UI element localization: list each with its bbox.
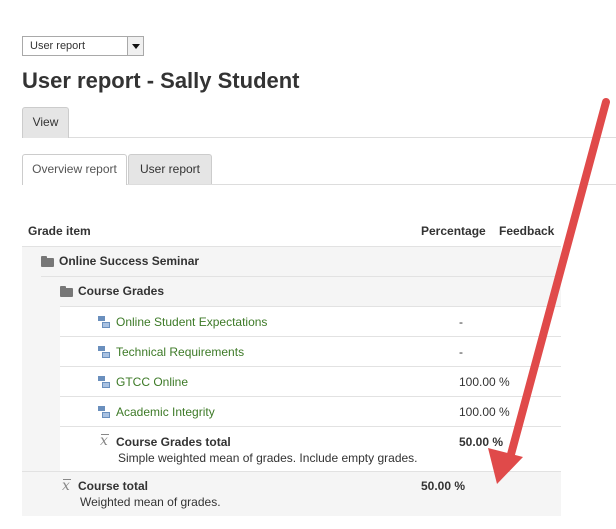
category-total-row: x Course Grades total Simple weighted me… <box>60 426 561 471</box>
table-row: GTCC Online 100.00 % <box>60 366 561 396</box>
grade-item-percentage: 100.00 % <box>459 405 510 419</box>
category-name: Course Grades <box>78 284 165 298</box>
assignment-icon <box>98 406 110 418</box>
grade-item-percentage: - <box>459 315 463 329</box>
assignment-icon <box>98 316 110 328</box>
grade-item-link[interactable]: GTCC Online <box>116 375 188 389</box>
assignment-icon <box>98 346 110 358</box>
mean-icon: x <box>62 478 71 494</box>
category-total-description: Simple weighted mean of grades. Include … <box>118 451 418 465</box>
header-grade-item: Grade item <box>28 224 91 238</box>
page-title: User report - Sally Student <box>22 68 300 93</box>
chevron-down-icon[interactable] <box>127 37 143 55</box>
course-row: Online Success Seminar <box>22 247 561 276</box>
folder-icon <box>60 286 73 297</box>
table-row: Online Student Expectations - <box>60 306 561 336</box>
grade-item-percentage: 100.00 % <box>459 375 510 389</box>
report-select[interactable]: User report <box>22 36 144 56</box>
course-total-percentage: 50.00 % <box>421 479 466 493</box>
course-grades-category: Course Grades Online Student Expectation… <box>41 276 561 471</box>
course-total-label: Course total <box>78 479 149 493</box>
report-select-value: User report <box>30 40 86 52</box>
grade-item-percentage: - <box>459 345 463 359</box>
primary-tabs: View <box>22 107 616 138</box>
header-feedback: Feedback <box>499 224 555 238</box>
tab-view[interactable]: View <box>22 107 69 138</box>
category-total-label: Course Grades total <box>116 435 231 449</box>
course-name: Online Success Seminar <box>59 254 200 268</box>
grade-item-link[interactable]: Academic Integrity <box>116 405 215 419</box>
tab-overview-report[interactable]: Overview report <box>22 154 127 185</box>
grade-item-link[interactable]: Technical Requirements <box>116 345 244 359</box>
tab-user-report[interactable]: User report <box>128 154 212 184</box>
table-header: Grade item Percentage Feedback <box>22 222 561 246</box>
course-total-row: x Course total Weighted mean of grades. … <box>22 471 561 516</box>
grade-items: Online Student Expectations - Technical … <box>60 306 561 471</box>
table-row: Academic Integrity 100.00 % <box>60 396 561 426</box>
grade-item-link[interactable]: Online Student Expectations <box>116 315 267 329</box>
category-total-percentage: 50.00 % <box>459 435 504 449</box>
table-row: Technical Requirements - <box>60 336 561 366</box>
assignment-icon <box>98 376 110 388</box>
category-row: Course Grades <box>41 277 561 306</box>
mean-icon: x <box>100 433 109 449</box>
course-total-description: Weighted mean of grades. <box>80 495 221 509</box>
course-category: Online Success Seminar Course Grades Onl… <box>22 246 561 516</box>
grades-table: Grade item Percentage Feedback Online Su… <box>22 222 561 516</box>
folder-icon <box>41 256 54 267</box>
secondary-tabs: Overview report User report <box>22 154 616 185</box>
header-percentage: Percentage <box>421 224 486 238</box>
